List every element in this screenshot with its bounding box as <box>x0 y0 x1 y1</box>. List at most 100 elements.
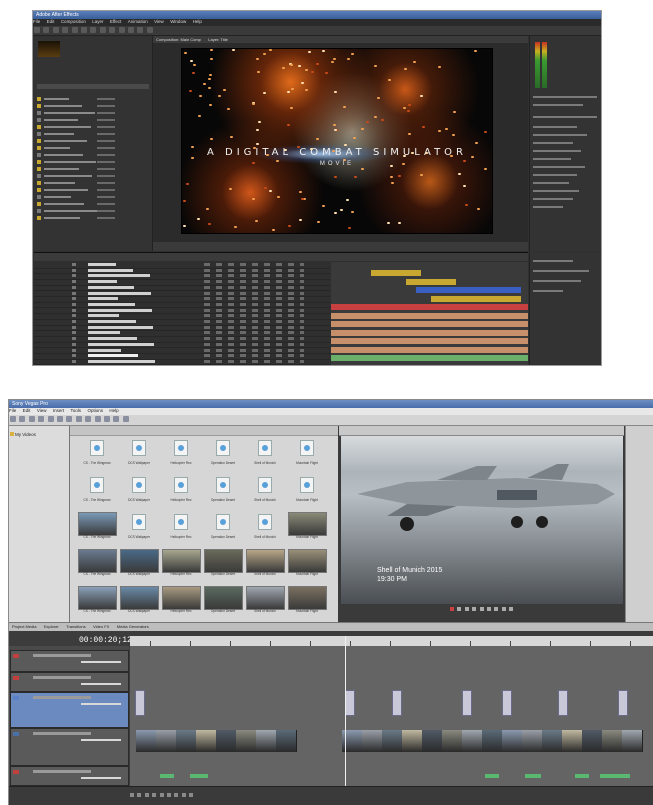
cut-icon[interactable] <box>56 416 63 422</box>
timeline-layer[interactable] <box>34 359 330 366</box>
copy-icon[interactable] <box>66 416 73 422</box>
ae-composition-frame[interactable]: A DIGITAL COMBAT SIMULATOR MOVIE <box>181 48 493 234</box>
explorer-toolbar[interactable] <box>70 426 338 436</box>
video-event[interactable] <box>562 730 583 752</box>
audio-event[interactable] <box>392 690 402 716</box>
event-marker[interactable] <box>485 774 499 778</box>
next-frame-icon[interactable] <box>181 793 186 797</box>
selection-tool-icon[interactable] <box>34 27 40 33</box>
project-item[interactable] <box>37 194 147 200</box>
camera-tool-icon[interactable] <box>71 27 78 33</box>
project-item[interactable] <box>37 159 147 165</box>
master-bus-meter[interactable] <box>625 426 653 622</box>
audio-event[interactable] <box>558 690 568 716</box>
tab-explorer[interactable]: Explorer <box>44 624 59 629</box>
media-file[interactable]: Mountain Flight <box>288 512 327 542</box>
media-file[interactable]: CS - The Wingman <box>78 549 117 579</box>
audio-event[interactable] <box>135 690 145 716</box>
video-event[interactable] <box>276 730 297 752</box>
media-file[interactable]: Shell of Munich <box>246 586 285 616</box>
vegas-menu-insert[interactable]: Insert <box>53 408 64 413</box>
ae-menu-view[interactable]: View <box>154 19 164 24</box>
preview-toolbar[interactable] <box>339 426 624 436</box>
eraser-tool-icon[interactable] <box>137 27 144 33</box>
ae-menu-file[interactable]: File <box>33 19 40 24</box>
vegas-timeline[interactable] <box>130 636 653 787</box>
tree-item-my-videos[interactable]: My Videos <box>15 432 36 437</box>
media-file[interactable]: Helicopter Rec <box>162 438 200 468</box>
loop-icon[interactable] <box>137 793 142 797</box>
layer-duration-bar[interactable] <box>331 321 528 327</box>
tab-layer[interactable]: Layer: Title <box>208 37 228 42</box>
new-project-icon[interactable] <box>10 416 16 422</box>
selection-tool-icon[interactable] <box>122 416 129 422</box>
vegas-menu-edit[interactable]: Edit <box>23 408 31 413</box>
video-event[interactable] <box>236 730 257 752</box>
track-volume-slider[interactable] <box>81 777 121 779</box>
event-marker[interactable] <box>525 774 541 778</box>
video-event[interactable] <box>256 730 277 752</box>
project-item[interactable] <box>37 124 147 130</box>
audio-event[interactable] <box>502 690 512 716</box>
project-item[interactable] <box>37 117 147 123</box>
vegas-menu-tools[interactable]: Tools <box>71 408 82 413</box>
layer-duration-bar[interactable] <box>331 355 528 361</box>
tab-transitions[interactable]: Transitions <box>66 624 85 629</box>
media-file[interactable]: Helicopter Rec <box>162 512 200 542</box>
video-event[interactable] <box>156 730 177 752</box>
video-event[interactable] <box>522 730 543 752</box>
video-event[interactable] <box>176 730 197 752</box>
vegas-menu-help[interactable]: Help <box>109 408 118 413</box>
layer-duration-bar[interactable] <box>406 278 456 285</box>
open-icon[interactable] <box>19 416 26 422</box>
ae-menu-animation[interactable]: Animation <box>128 19 148 24</box>
video-event[interactable] <box>402 730 423 752</box>
layer-duration-bar[interactable] <box>416 287 521 293</box>
go-to-end-icon[interactable] <box>189 793 194 797</box>
audio-event[interactable] <box>462 690 472 716</box>
pen-tool-icon[interactable] <box>99 27 106 33</box>
video-event[interactable] <box>136 730 157 752</box>
ae-menu-edit[interactable]: Edit <box>47 19 55 24</box>
media-file[interactable]: Helicopter Rec <box>162 586 201 616</box>
preview-video-frame[interactable]: Shell of Munich 2015 19:30 PM <box>341 436 623 604</box>
ae-viewer-controls[interactable] <box>153 242 528 251</box>
media-file[interactable]: CS - The Wingman <box>78 475 116 505</box>
vegas-menu-options[interactable]: Options <box>87 408 103 413</box>
video-event[interactable] <box>442 730 463 752</box>
project-item[interactable] <box>37 103 147 109</box>
track-controls[interactable] <box>33 732 91 735</box>
media-file[interactable]: CS - The Wingman <box>78 586 117 616</box>
ae-menu-layer[interactable]: Layer <box>92 19 103 24</box>
video-event[interactable] <box>582 730 603 752</box>
tab-composition[interactable]: Composition: Main Comp <box>156 37 201 42</box>
track-volume-slider[interactable] <box>81 661 121 663</box>
project-item[interactable] <box>37 173 147 179</box>
puppet-tool-icon[interactable] <box>146 27 153 33</box>
hand-tool-icon[interactable] <box>43 27 50 33</box>
play-icon[interactable] <box>152 793 157 797</box>
ae-menu-window[interactable]: Window <box>170 19 186 24</box>
media-file[interactable]: Helicopter Rec <box>162 549 201 579</box>
track-controls[interactable] <box>33 654 91 657</box>
audio-event[interactable] <box>345 690 355 716</box>
media-file[interactable]: Shell of Munich <box>246 438 284 468</box>
stop-icon[interactable] <box>486 607 491 611</box>
project-item[interactable] <box>37 96 147 102</box>
video-event[interactable] <box>482 730 503 752</box>
zoom-tool-icon[interactable] <box>52 27 59 33</box>
tab-media-generators[interactable]: Media Generators <box>117 624 149 629</box>
play-from-start-icon[interactable] <box>144 793 149 797</box>
vegas-menu-view[interactable]: View <box>37 408 47 413</box>
rectangle-tool-icon[interactable] <box>90 27 97 33</box>
track-controls[interactable] <box>33 696 91 699</box>
project-item[interactable] <box>37 180 147 186</box>
go-to-end-icon[interactable] <box>509 607 514 611</box>
stop-icon[interactable] <box>166 793 171 797</box>
media-file[interactable]: DCS Wallpaper <box>120 475 158 505</box>
event-marker[interactable] <box>160 774 174 778</box>
project-item[interactable] <box>37 110 147 116</box>
event-marker[interactable] <box>600 774 630 778</box>
tab-project-media[interactable]: Project Media <box>12 624 36 629</box>
project-item[interactable] <box>37 138 147 144</box>
